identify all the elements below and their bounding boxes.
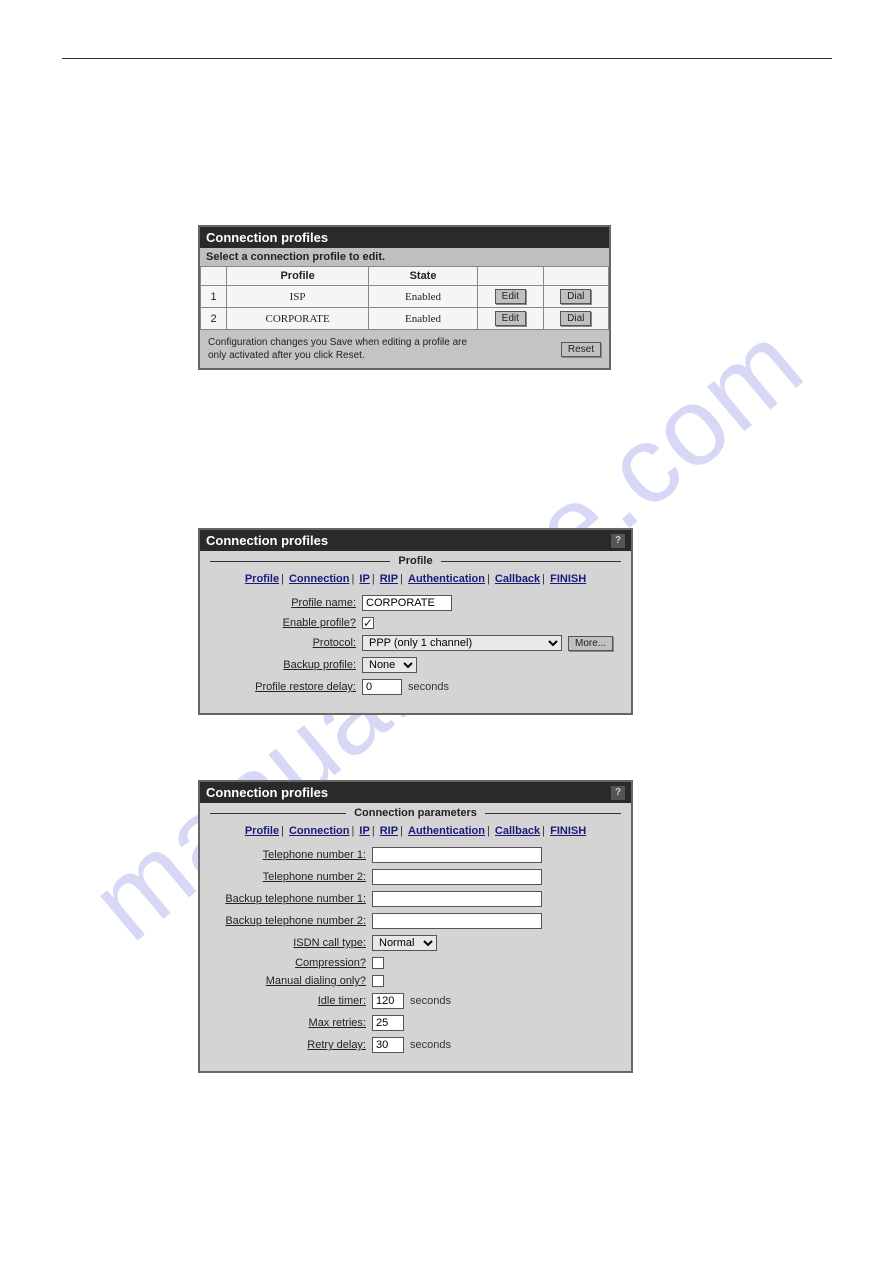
- row0-state: Enabled: [368, 286, 477, 308]
- reset-button[interactable]: Reset: [561, 342, 601, 357]
- edit-button[interactable]: Edit: [495, 311, 526, 326]
- help-icon[interactable]: ?: [611, 534, 625, 548]
- isdn-select[interactable]: Normal: [372, 935, 437, 951]
- nav-finish[interactable]: FINISH: [550, 825, 586, 837]
- th-edit: [478, 267, 543, 286]
- protocol-select[interactable]: PPP (only 1 channel): [362, 635, 562, 651]
- idle-suffix: seconds: [404, 995, 451, 1007]
- panel3-form: Telephone number 1: Telephone number 2: …: [200, 847, 631, 1071]
- dial-button[interactable]: Dial: [560, 311, 591, 326]
- panel3-section-bar: Connection parameters: [210, 807, 621, 819]
- table-header-row: Profile State: [201, 267, 609, 286]
- table-row: 1 ISP Enabled Edit Dial: [201, 286, 609, 308]
- nav-rip[interactable]: RIP: [380, 825, 398, 837]
- panel2-form: Profile name: Enable profile? ✓ Protocol…: [200, 595, 631, 713]
- profile-name-input[interactable]: [362, 595, 452, 611]
- more-button[interactable]: More...: [568, 636, 613, 651]
- panel2-section-bar: Profile: [210, 555, 621, 567]
- row1-state: Enabled: [368, 308, 477, 330]
- panel2-nav: Profile| Connection| IP| RIP| Authentica…: [200, 573, 631, 585]
- btel2-input[interactable]: [372, 913, 542, 929]
- retrydelay-input[interactable]: [372, 1037, 404, 1053]
- restore-delay-suffix: seconds: [402, 681, 449, 693]
- row1-profile: CORPORATE: [227, 308, 369, 330]
- tel1-input[interactable]: [372, 847, 542, 863]
- panel1-footer: Configuration changes you Save when edit…: [200, 330, 609, 368]
- compression-label: Compression?: [212, 957, 372, 969]
- nav-rip[interactable]: RIP: [380, 573, 398, 585]
- nav-authentication[interactable]: Authentication: [408, 573, 485, 585]
- isdn-label: ISDN call type:: [212, 937, 372, 949]
- nav-ip[interactable]: IP: [359, 825, 369, 837]
- nav-authentication[interactable]: Authentication: [408, 825, 485, 837]
- idle-input[interactable]: [372, 993, 404, 1009]
- connection-profiles-connection-panel: Connection profiles ? Connection paramet…: [198, 780, 633, 1073]
- maxretries-input[interactable]: [372, 1015, 404, 1031]
- panel1-footer-text: Configuration changes you Save when edit…: [208, 336, 468, 362]
- btel1-input[interactable]: [372, 891, 542, 907]
- manual-label: Manual dialing only?: [212, 975, 372, 987]
- nav-connection[interactable]: Connection: [289, 573, 350, 585]
- enable-profile-label: Enable profile?: [212, 617, 362, 629]
- nav-ip[interactable]: IP: [359, 573, 369, 585]
- panel2-header: Connection profiles ?: [200, 530, 631, 551]
- panel3-header: Connection profiles ?: [200, 782, 631, 803]
- panel3-nav: Profile| Connection| IP| RIP| Authentica…: [200, 825, 631, 837]
- manual-checkbox[interactable]: [372, 975, 384, 987]
- restore-delay-label: Profile restore delay:: [212, 681, 362, 693]
- retrydelay-suffix: seconds: [404, 1039, 451, 1051]
- connection-profiles-profile-panel: Connection profiles ? Profile Profile| C…: [198, 528, 633, 715]
- row0-idx: 1: [201, 286, 227, 308]
- panel1-header: Connection profiles: [200, 227, 609, 248]
- table-row: 2 CORPORATE Enabled Edit Dial: [201, 308, 609, 330]
- maxretries-label: Max retries:: [212, 1017, 372, 1029]
- enable-profile-checkbox[interactable]: ✓: [362, 617, 374, 629]
- backup-profile-select[interactable]: None: [362, 657, 417, 673]
- retrydelay-label: Retry delay:: [212, 1039, 372, 1051]
- th-idx: [201, 267, 227, 286]
- panel1-title: Connection profiles: [206, 230, 328, 245]
- nav-connection[interactable]: Connection: [289, 825, 350, 837]
- row0-profile: ISP: [227, 286, 369, 308]
- nav-profile[interactable]: Profile: [245, 825, 279, 837]
- tel2-input[interactable]: [372, 869, 542, 885]
- nav-callback[interactable]: Callback: [495, 825, 540, 837]
- nav-callback[interactable]: Callback: [495, 573, 540, 585]
- connection-profiles-list-panel: Connection profiles Select a connection …: [198, 225, 611, 370]
- idle-label: Idle timer:: [212, 995, 372, 1007]
- profiles-table: Profile State 1 ISP Enabled Edit Dial 2 …: [200, 266, 609, 330]
- th-state: State: [368, 267, 477, 286]
- btel2-label: Backup telephone number 2:: [212, 915, 372, 927]
- protocol-label: Protocol:: [212, 637, 362, 649]
- help-icon[interactable]: ?: [611, 786, 625, 800]
- th-dial: [543, 267, 608, 286]
- nav-finish[interactable]: FINISH: [550, 573, 586, 585]
- th-profile: Profile: [227, 267, 369, 286]
- panel3-section-text: Connection parameters: [346, 807, 485, 819]
- restore-delay-input[interactable]: [362, 679, 402, 695]
- tel2-label: Telephone number 2:: [212, 871, 372, 883]
- dial-button[interactable]: Dial: [560, 289, 591, 304]
- panel3-title: Connection profiles: [206, 785, 328, 800]
- btel1-label: Backup telephone number 1:: [212, 893, 372, 905]
- panel2-title: Connection profiles: [206, 533, 328, 548]
- compression-checkbox[interactable]: [372, 957, 384, 969]
- profile-name-label: Profile name:: [212, 597, 362, 609]
- edit-button[interactable]: Edit: [495, 289, 526, 304]
- nav-profile[interactable]: Profile: [245, 573, 279, 585]
- backup-profile-label: Backup profile:: [212, 659, 362, 671]
- page-top-divider: [62, 58, 832, 59]
- panel1-instruction: Select a connection profile to edit.: [200, 248, 609, 266]
- row1-idx: 2: [201, 308, 227, 330]
- tel1-label: Telephone number 1:: [212, 849, 372, 861]
- panel2-section-text: Profile: [390, 555, 440, 567]
